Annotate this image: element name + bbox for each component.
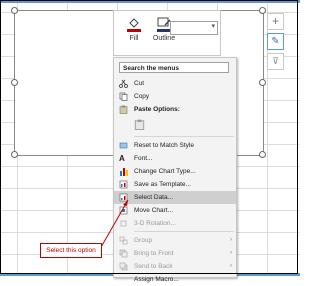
macro-icon [119, 275, 128, 284]
screenshot-border [0, 0, 298, 274]
menu-item-assign-macro[interactable]: Assign Macro... [114, 273, 236, 286]
